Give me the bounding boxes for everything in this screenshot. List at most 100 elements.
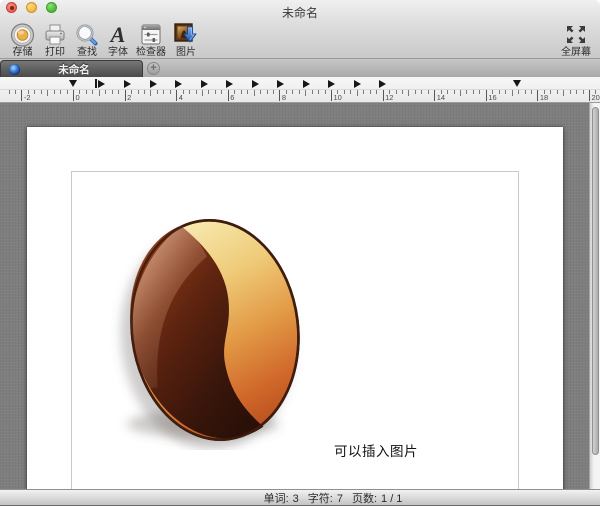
ruler-tick — [512, 90, 513, 96]
ruler-tick — [21, 90, 22, 101]
vertical-scrollbar[interactable] — [589, 103, 600, 489]
ruler-tick — [499, 90, 500, 94]
ruler-tick — [537, 90, 538, 101]
tab-stop-marker[interactable] — [252, 80, 259, 88]
ruler-number: 10 — [334, 93, 342, 102]
ruler-tick — [357, 90, 358, 96]
ruler-tick — [247, 90, 248, 94]
ruler-tick — [292, 90, 293, 94]
tab-stop-marker[interactable] — [226, 80, 233, 88]
ruler-tick — [344, 90, 345, 94]
ruler-number: 0 — [76, 93, 80, 102]
ruler-tick — [273, 90, 274, 94]
font-button[interactable]: A 字体 — [106, 22, 130, 58]
first-line-indent-marker[interactable] — [95, 79, 105, 88]
tab-stop-marker[interactable] — [303, 80, 310, 88]
tab-stop-marker[interactable] — [379, 80, 386, 88]
ruler-tick — [125, 90, 126, 101]
ruler-tick — [550, 90, 551, 94]
tab-bar: 未命名 + — [0, 58, 600, 77]
tab-stop-marker[interactable] — [175, 80, 182, 88]
tab-stop-marker[interactable] — [354, 80, 361, 88]
ruler-number: 18 — [540, 93, 548, 102]
tab-stop-marker[interactable] — [124, 80, 131, 88]
inspector-button[interactable]: 检查器 — [136, 22, 166, 58]
ruler-tick — [189, 90, 190, 94]
tab-stop-marker[interactable] — [328, 80, 335, 88]
document-area: 可以插入图片 — [0, 103, 600, 489]
ruler-tick — [92, 90, 93, 94]
tab-stop-marker[interactable] — [277, 80, 284, 88]
ruler-tick — [215, 90, 216, 94]
save-button[interactable]: 存储 — [9, 22, 36, 58]
ruler-tick — [402, 90, 403, 94]
ruler-tick — [408, 90, 409, 96]
ruler-number: 4 — [179, 93, 183, 102]
save-label: 存储 — [13, 48, 33, 58]
document-caption-text[interactable]: 可以插入图片 — [334, 440, 418, 460]
ruler-tick — [241, 90, 242, 94]
ruler-tick — [421, 90, 422, 94]
ruler-tick — [428, 90, 429, 94]
ruler-tick — [41, 90, 42, 94]
ruler-tick — [350, 90, 351, 94]
ruler-number: 16 — [488, 93, 496, 102]
coffee-bean-image[interactable] — [107, 210, 307, 450]
ruler-tick — [34, 90, 35, 94]
tab-label: 未命名 — [20, 62, 128, 77]
ruler-tick — [208, 90, 209, 94]
ruler-tick — [60, 90, 61, 94]
tab-stop-marker[interactable] — [150, 80, 157, 88]
tab-stop-marker[interactable] — [201, 80, 208, 88]
scrollbar-thumb[interactable] — [592, 107, 599, 455]
ruler-tick — [518, 90, 519, 94]
ruler-tick — [15, 90, 16, 94]
find-button[interactable]: 查找 — [74, 22, 100, 58]
ruler-tick — [363, 90, 364, 94]
ruler-tick — [486, 90, 487, 101]
add-tab-button[interactable]: + — [147, 62, 160, 75]
right-indent-marker[interactable] — [513, 80, 521, 87]
print-label: 打印 — [45, 48, 65, 58]
words-value: 3 — [293, 493, 299, 505]
ruler-tick — [144, 90, 145, 94]
fullscreen-label: 全屏幕 — [561, 48, 591, 58]
ruler-tick — [138, 90, 139, 94]
pages-value: 1 / 1 — [381, 493, 402, 505]
ruler-number: 14 — [437, 93, 445, 102]
app-window: 未命名 存储 — [0, 0, 600, 506]
ruler-tick — [267, 90, 268, 94]
ruler-tick — [47, 90, 48, 96]
ruler-tick — [331, 90, 332, 101]
status-bar: 单词:3字符:7页数:1 / 1 — [0, 489, 600, 506]
ruler-tick — [260, 90, 261, 94]
chars-label: 字符: — [308, 493, 333, 505]
ruler-tick — [299, 90, 300, 94]
find-icon — [74, 22, 100, 47]
ruler-tick — [383, 90, 384, 101]
ruler-tick — [305, 90, 306, 96]
ruler-tick — [176, 90, 177, 101]
left-indent-marker[interactable] — [69, 80, 77, 87]
document-page[interactable]: 可以插入图片 — [27, 127, 563, 489]
pages-label: 页数: — [352, 493, 377, 505]
ruler-tick — [105, 90, 106, 94]
ruler-tick — [318, 90, 319, 94]
ruler-number: 2 — [127, 93, 131, 102]
status-text: 单词:3字符:7页数:1 / 1 — [262, 490, 405, 506]
window-chrome: 未命名 存储 — [0, 0, 600, 58]
ruler-number: 8 — [282, 93, 286, 102]
title-bar[interactable]: 未命名 — [0, 0, 600, 22]
ruler-tick — [525, 90, 526, 94]
ruler-tick — [118, 90, 119, 94]
fullscreen-button[interactable]: 全屏幕 — [561, 22, 591, 58]
picture-button[interactable]: 图片 — [172, 22, 200, 58]
print-button[interactable]: 打印 — [42, 22, 68, 58]
picture-label: 图片 — [176, 48, 196, 58]
font-icon: A — [106, 22, 130, 47]
document-orb-icon — [9, 64, 20, 75]
tab-untitled[interactable]: 未命名 — [0, 60, 143, 78]
words-label: 单词: — [264, 493, 289, 505]
inspector-label: 检查器 — [136, 48, 166, 58]
find-label: 查找 — [77, 48, 97, 58]
